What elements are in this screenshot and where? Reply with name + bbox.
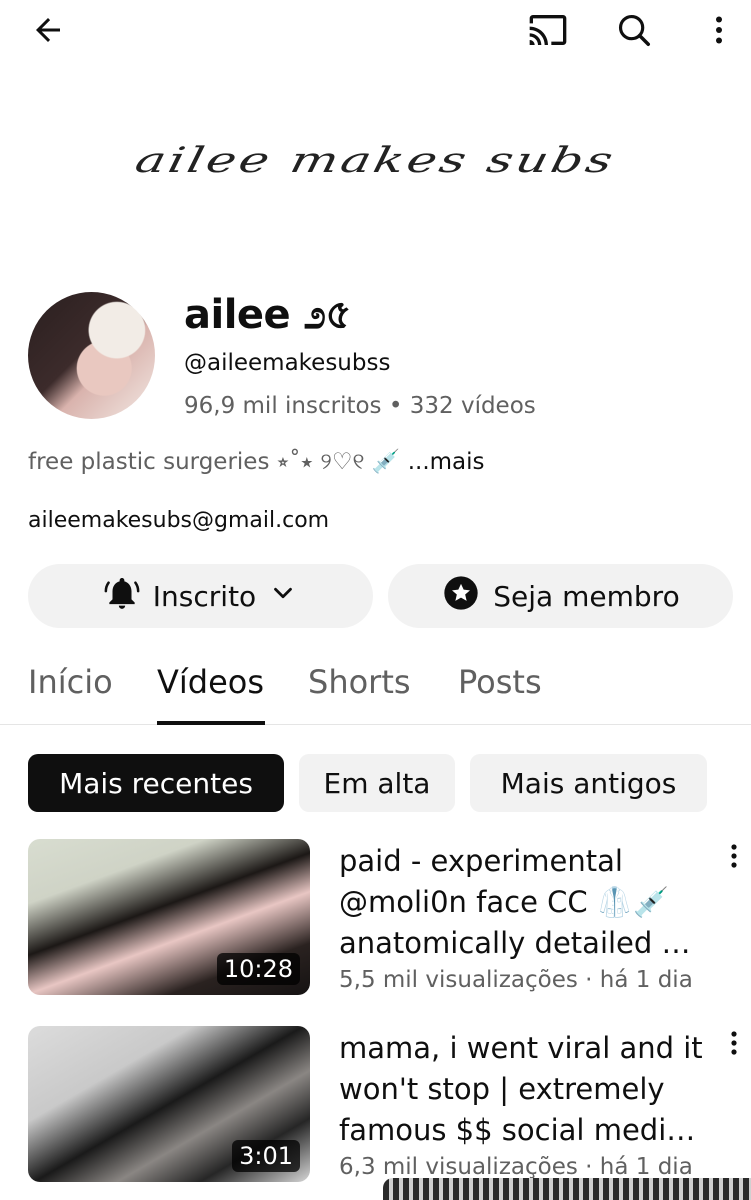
channel-name: ailee ೨৫ bbox=[184, 292, 351, 338]
channel-stats: 96,9 mil inscritos • 332 vídeos bbox=[184, 393, 536, 419]
active-tab-indicator bbox=[157, 721, 265, 725]
filter-chip-popular[interactable]: Em alta bbox=[299, 754, 455, 812]
video-more-options-icon[interactable] bbox=[722, 841, 746, 871]
video-list-item[interactable]: 3:01 mama, i went viral and it won't sto… bbox=[0, 1026, 751, 1186]
join-membership-label: Seja membro bbox=[493, 579, 680, 613]
video-count: 332 vídeos bbox=[409, 393, 536, 419]
bell-icon bbox=[103, 574, 141, 619]
video-metadata: 6,3 mil visualizações · há 1 dia bbox=[339, 1154, 693, 1180]
search-icon[interactable] bbox=[614, 10, 654, 50]
subscriber-count: 96,9 mil inscritos bbox=[184, 393, 382, 419]
video-thumbnail[interactable]: 3:01 bbox=[28, 1026, 310, 1182]
video-age: há 1 dia bbox=[599, 1154, 693, 1180]
cast-icon[interactable] bbox=[528, 10, 568, 50]
video-title[interactable]: mama, i went viral and it won't stop | e… bbox=[339, 1028, 711, 1151]
channel-handle: @aileemakesubss bbox=[184, 350, 391, 376]
video-duration: 10:28 bbox=[216, 953, 300, 985]
channel-description[interactable]: free plastic surgeries ⭒˚⭑ ୨♡୧ 💉 ...mais bbox=[28, 448, 485, 475]
tab-shorts[interactable]: Shorts bbox=[308, 663, 411, 701]
channel-email-link[interactable]: aileemakesubs@gmail.com bbox=[28, 508, 329, 533]
description-text: free plastic surgeries ⭒˚⭑ ୨♡୧ 💉 bbox=[28, 449, 408, 475]
tab-videos[interactable]: Vídeos bbox=[157, 663, 264, 701]
mini-player-strip[interactable] bbox=[383, 1178, 751, 1200]
top-app-bar bbox=[0, 0, 751, 60]
banner-script-logo: ailee makes subs bbox=[131, 139, 620, 181]
tab-inicio[interactable]: Início bbox=[28, 663, 113, 701]
video-metadata: 5,5 mil visualizações · há 1 dia bbox=[339, 967, 693, 993]
channel-tabs: Início Vídeos Shorts Posts bbox=[0, 655, 751, 725]
back-arrow-icon[interactable] bbox=[28, 10, 68, 50]
channel-avatar[interactable] bbox=[28, 292, 155, 419]
subscribed-button[interactable]: Inscrito bbox=[28, 564, 373, 628]
tab-posts[interactable]: Posts bbox=[458, 663, 542, 701]
channel-banner: ailee makes subs bbox=[0, 95, 751, 225]
video-more-options-icon[interactable] bbox=[722, 1028, 746, 1058]
video-duration: 3:01 bbox=[232, 1140, 300, 1172]
video-age: há 1 dia bbox=[599, 967, 693, 993]
video-list-item[interactable]: 10:28 paid - experimental @moli0n face C… bbox=[0, 839, 751, 999]
chevron-down-icon bbox=[268, 578, 298, 615]
join-membership-button[interactable]: Seja membro bbox=[388, 564, 733, 628]
video-views: 6,3 mil visualizações bbox=[339, 1154, 578, 1180]
filter-chip-latest[interactable]: Mais recentes bbox=[28, 754, 284, 812]
stats-separator: • bbox=[381, 393, 410, 419]
video-title[interactable]: paid - experimental @moli0n face CC 🥼💉 a… bbox=[339, 841, 711, 964]
star-badge-icon bbox=[441, 573, 481, 620]
video-thumbnail[interactable]: 10:28 bbox=[28, 839, 310, 995]
subscribed-label: Inscrito bbox=[152, 579, 257, 613]
more-vertical-icon[interactable] bbox=[699, 10, 739, 50]
filter-chip-oldest[interactable]: Mais antigos bbox=[470, 754, 707, 812]
video-views: 5,5 mil visualizações bbox=[339, 967, 578, 993]
description-more-link[interactable]: ...mais bbox=[408, 449, 485, 475]
